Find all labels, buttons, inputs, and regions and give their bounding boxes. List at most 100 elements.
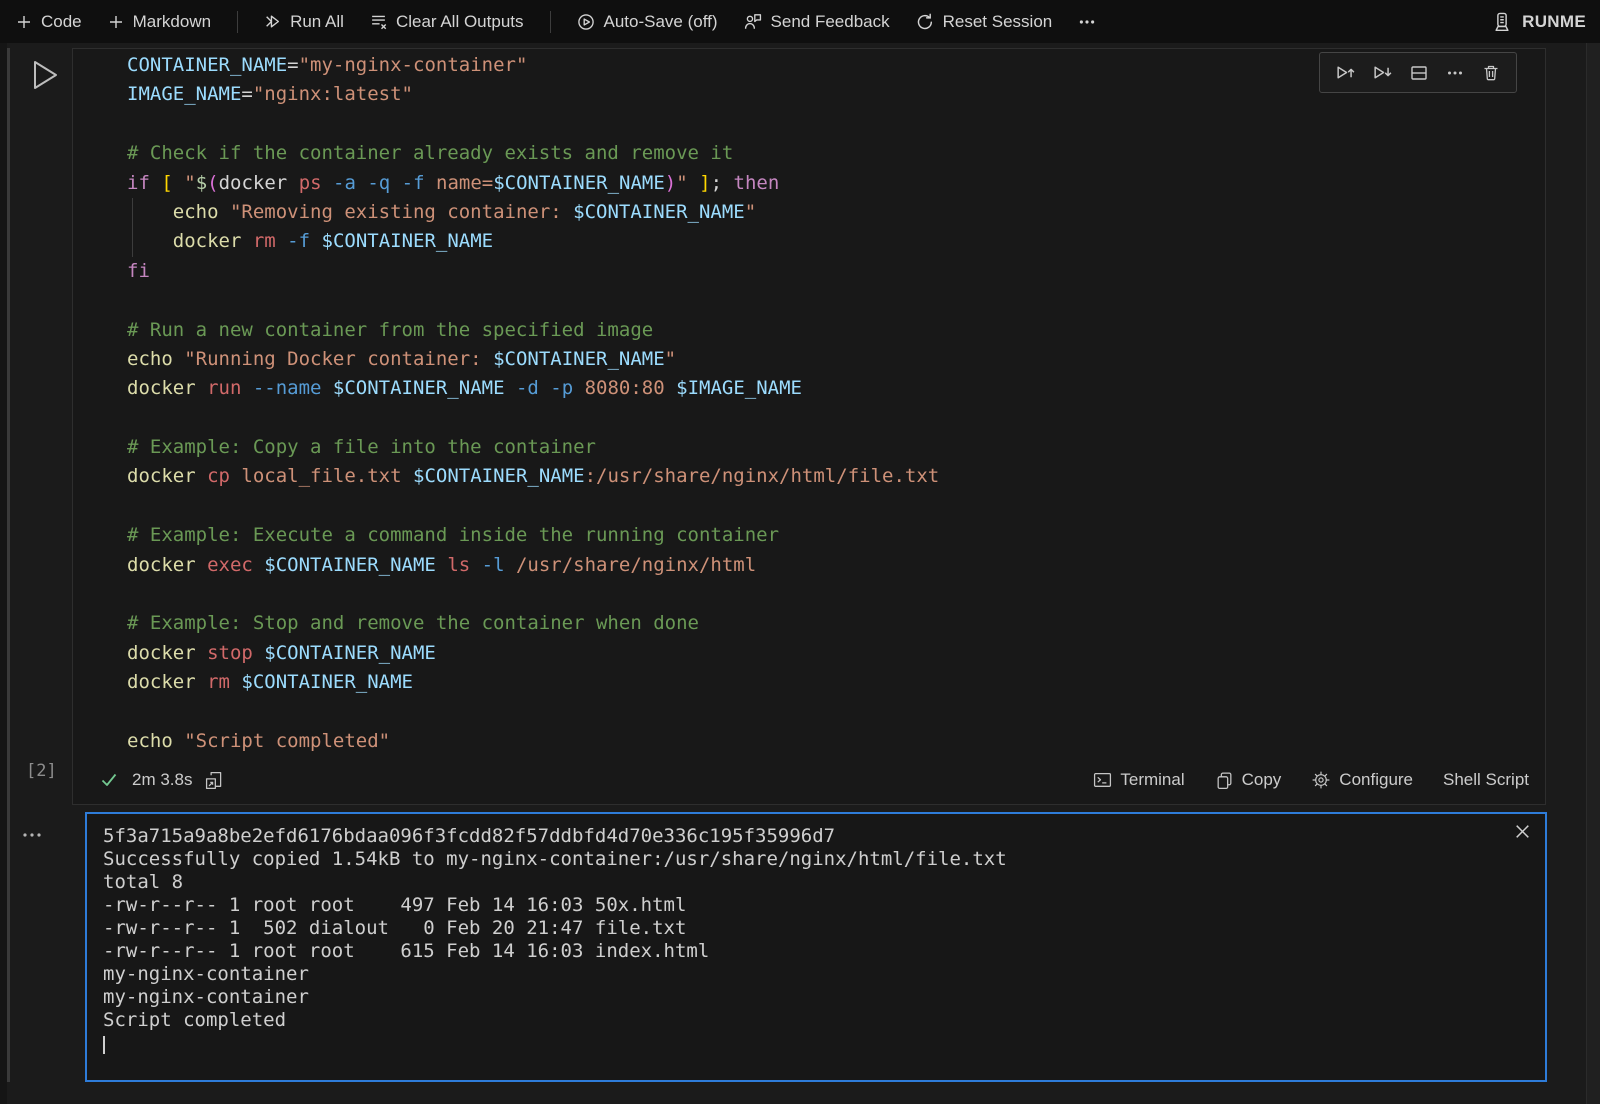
toolbar-separator <box>237 11 238 33</box>
execution-duration: 2m 3.8s <box>132 770 192 790</box>
send-feedback-label: Send Feedback <box>771 12 890 32</box>
add-markdown-label: Markdown <box>133 12 211 32</box>
output-line: Successfully copied 1.54kB to my-nginx-c… <box>103 848 1529 871</box>
code-cell: CONTAINER_NAME="my-nginx-container"IMAGE… <box>72 48 1546 805</box>
execute-below-button[interactable] <box>1372 62 1393 83</box>
reset-session-icon <box>916 13 934 31</box>
code-line: echo "Removing existing container: $CONT… <box>127 198 1545 227</box>
add-markdown-button[interactable]: Markdown <box>108 12 211 32</box>
output-line: 5f3a715a9a8be2efd6176bdaa096f3fcdd82f57d… <box>103 825 1529 848</box>
cell-toolbar <box>1319 52 1517 93</box>
output-line: -rw-r--r-- 1 root root 615 Feb 14 16:03 … <box>103 940 1529 963</box>
auto-save-label: Auto-Save (off) <box>604 12 718 32</box>
execute-cell-button[interactable] <box>30 58 60 92</box>
send-feedback-button[interactable]: Send Feedback <box>744 12 890 32</box>
plus-icon <box>16 14 32 30</box>
output-line: total 8 <box>103 871 1529 894</box>
terminal-button[interactable]: Terminal <box>1093 770 1184 790</box>
language-picker[interactable]: Shell Script <box>1443 770 1529 790</box>
code-line: # Check if the container already exists … <box>127 139 1545 168</box>
play-icon <box>30 58 60 92</box>
clear-all-outputs-label: Clear All Outputs <box>396 12 524 32</box>
configure-button[interactable]: Configure <box>1311 770 1413 790</box>
output-terminal[interactable]: 5f3a715a9a8be2efd6176bdaa096f3fcdd82f57d… <box>85 812 1547 1082</box>
code-line <box>127 110 1545 139</box>
output-cursor-line <box>103 1032 1529 1055</box>
reset-session-label: Reset Session <box>943 12 1053 32</box>
code-editor[interactable]: CONTAINER_NAME="my-nginx-container"IMAGE… <box>73 51 1545 756</box>
split-cell-icon <box>1409 63 1429 83</box>
add-code-button[interactable]: Code <box>16 12 82 32</box>
terminal-cursor <box>103 1036 105 1054</box>
scrollbar-track[interactable] <box>1586 43 1600 1104</box>
code-line <box>127 492 1545 521</box>
cell-status-bar: 2m 3.8s Terminal Copy Configure Sh <box>73 756 1545 804</box>
close-icon <box>1513 822 1532 841</box>
success-check-icon <box>99 770 119 790</box>
auto-save-toggle[interactable]: Auto-Save (off) <box>577 12 718 32</box>
output-line: my-nginx-container <box>103 963 1529 986</box>
code-line: docker rm $CONTAINER_NAME <box>127 668 1545 697</box>
runme-brand-label: RUNME <box>1522 12 1586 32</box>
language-label: Shell Script <box>1443 770 1529 790</box>
toolbar-separator <box>550 11 551 33</box>
output-line: -rw-r--r-- 1 502 dialout 0 Feb 20 21:47 … <box>103 917 1529 940</box>
notebook-toolbar: Code Markdown Run All Clear All Outputs … <box>0 0 1600 43</box>
code-line: echo "Running Docker container: $CONTAIN… <box>127 345 1545 374</box>
notebook-window: Code Markdown Run All Clear All Outputs … <box>0 0 1600 1104</box>
output-line: -rw-r--r-- 1 root root 497 Feb 14 16:03 … <box>103 894 1529 917</box>
code-line: echo "Script completed" <box>127 727 1545 756</box>
left-edge <box>0 43 7 1104</box>
execute-above-button[interactable] <box>1335 62 1356 83</box>
runme-logo-icon <box>1492 12 1512 32</box>
code-line: # Example: Execute a command inside the … <box>127 521 1545 550</box>
configure-label: Configure <box>1339 770 1413 790</box>
run-all-icon <box>264 13 281 30</box>
code-line <box>127 404 1545 433</box>
runme-brand: RUNME <box>1492 12 1586 32</box>
execution-count: [2] <box>26 761 57 781</box>
code-line <box>127 286 1545 315</box>
terminal-icon <box>1093 771 1112 790</box>
code-line: docker run --name $CONTAINER_NAME -d -p … <box>127 374 1545 403</box>
code-line <box>127 580 1545 609</box>
more-icon <box>1445 63 1465 83</box>
split-cell-button[interactable] <box>1409 63 1429 83</box>
copy-label: Copy <box>1242 770 1282 790</box>
ellipsis-icon <box>22 830 42 840</box>
copy-icon <box>1215 771 1234 790</box>
output-menu-button[interactable] <box>22 830 42 840</box>
clear-all-outputs-button[interactable]: Clear All Outputs <box>370 12 524 32</box>
plus-icon <box>108 14 124 30</box>
feedback-icon <box>744 13 762 31</box>
reset-session-button[interactable]: Reset Session <box>916 12 1053 32</box>
open-stats-button[interactable] <box>205 771 224 790</box>
run-all-button[interactable]: Run All <box>264 12 344 32</box>
code-line: # Example: Copy a file into the containe… <box>127 433 1545 462</box>
code-line: docker rm -f $CONTAINER_NAME <box>127 227 1545 256</box>
copy-button[interactable]: Copy <box>1215 770 1282 790</box>
delete-cell-button[interactable] <box>1481 63 1501 83</box>
code-line: if [ "$(docker ps -a -q -f name=$CONTAIN… <box>127 169 1545 198</box>
cell-status-right: Terminal Copy Configure Shell Script <box>1093 770 1529 790</box>
output-line: my-nginx-container <box>103 986 1529 1009</box>
output-line: Script completed <box>103 1009 1529 1032</box>
auto-save-icon <box>577 13 595 31</box>
code-line: fi <box>127 257 1545 286</box>
output-lines: 5f3a715a9a8be2efd6176bdaa096f3fcdd82f57d… <box>103 825 1529 1055</box>
more-icon <box>1078 13 1096 31</box>
gear-icon <box>1311 770 1331 790</box>
add-code-label: Code <box>41 12 82 32</box>
terminal-label: Terminal <box>1120 770 1184 790</box>
code-line: docker stop $CONTAINER_NAME <box>127 639 1545 668</box>
clear-outputs-icon <box>370 13 387 30</box>
cell-focus-bar <box>7 48 10 1082</box>
toolbar-more-button[interactable] <box>1078 13 1096 31</box>
code-line: # Run a new container from the specified… <box>127 316 1545 345</box>
execute-below-icon <box>1372 62 1393 83</box>
close-output-button[interactable] <box>1513 822 1532 841</box>
code-line: docker exec $CONTAINER_NAME ls -l /usr/s… <box>127 551 1545 580</box>
run-all-label: Run All <box>290 12 344 32</box>
code-line: # Example: Stop and remove the container… <box>127 609 1545 638</box>
cell-more-button[interactable] <box>1445 63 1465 83</box>
